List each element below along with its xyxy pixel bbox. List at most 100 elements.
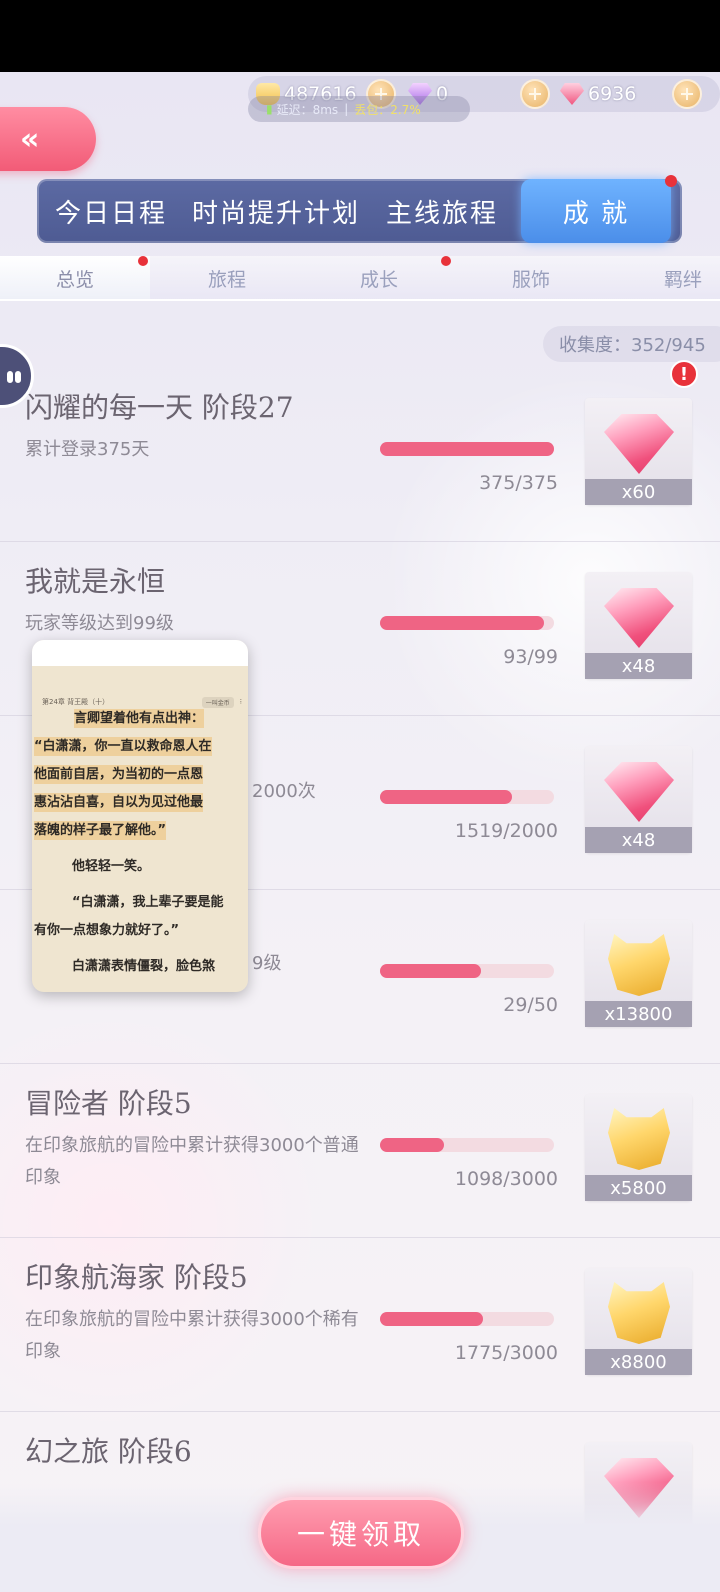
reward-count: x48 [585,827,692,853]
tab-label: 时尚提升计划 [191,198,360,229]
claim-all-label: 一键领取 [296,1518,425,1551]
reader-paragraph: 他轻轻一笑。 [72,859,151,874]
achievement-description: 在印象旅航的冒险中累计获得3000个稀有印象 [25,1309,359,1362]
reward-count: x60 [585,479,692,505]
claim-all-button[interactable]: 一键领取 [258,1497,464,1569]
notification-dot [665,175,677,187]
progress-fill [380,1312,483,1326]
main-tab-bar: 今日日程 时尚提升计划 主线旅程 成 就 [37,175,682,243]
pink-diamond-icon [604,414,674,474]
network-status: ▮ 延迟：8ms | 丢包：2.7% [248,96,470,122]
achievement-row: 冒险者 阶段5 在印象旅航的冒险中累计获得3000个普通印象 1098/3000… [0,1064,720,1238]
achievement-title: 印象航海家 阶段5 [25,1261,248,1294]
reader-paragraph: 言卿望着他有点出神： [74,709,205,728]
achievement-row: 闪耀的每一天 阶段27 累计登录375天 375/375 x60 ! [0,360,720,542]
progress-fill [380,1138,444,1152]
double-chevron-left-icon: « [20,121,40,157]
tab-achievements[interactable]: 成 就 [521,179,671,243]
subtab-outfits[interactable]: 服饰 [456,256,606,300]
achievement-description: 在印象旅航的冒险中累计获得3000个普通印象 [25,1135,359,1188]
progress-fill [380,616,544,630]
pink-gem-amount: 6936 [588,83,637,105]
sub-tab-bar: 总览 旅程 成长 服饰 羁绊 [0,256,720,300]
tab-today-schedule[interactable]: 今日日程 [47,179,175,243]
subtab-overview[interactable]: 总览 [0,256,150,300]
reward-slot[interactable]: x8800 [585,1268,692,1375]
progress-bar [380,616,554,630]
achievement-row: 印象航海家 阶段5 在印象旅航的冒险中累计获得3000个稀有印象 1775/30… [0,1238,720,1412]
tab-label: 成 就 [562,198,630,229]
progress-text: 1775/3000 [454,1342,558,1364]
reader-line: “白潇潇，我上辈子要是能 [72,895,224,910]
reward-slot[interactable]: x5800 [585,1094,692,1201]
pink-diamond-icon [604,762,674,822]
reward-count: x8800 [585,1349,692,1375]
subtab-journey[interactable]: 旅程 [152,256,302,300]
tab-label: 主线旅程 [385,198,498,229]
progress-fill [380,964,481,978]
progress-text: 93/99 [503,646,558,668]
tab-fashion-plan[interactable]: 时尚提升计划 [187,179,365,243]
progress-bar [380,964,554,978]
reward-slot[interactable]: x48 [585,572,692,679]
achievement-title: 幻之旅 阶段6 [25,1435,192,1468]
add-pink-gems-button[interactable] [672,79,702,109]
progress-text: 375/375 [479,472,558,494]
achievement-screen: 487616 0 6936 ▮ 延迟：8ms | 丢包：2.7% « 今日日程 … [0,72,720,1592]
tab-label: 成长 [359,268,398,291]
progress-bar [380,790,554,804]
tab-label: 旅程 [207,268,246,291]
achievement-description: 玩家等级达到99级 [25,613,174,634]
pink-gem-balance: 6936 [560,76,636,112]
tab-main-journey[interactable]: 主线旅程 [375,179,509,243]
tab-label: 羁绊 [663,268,702,291]
achievement-title: 闪耀的每一天 阶段27 [25,391,294,424]
progress-fill [380,790,513,804]
alert-icon: ! [670,360,698,388]
reader-line: 有你一点想象力就好了。” [34,923,180,938]
add-purple-gems-button[interactable] [520,79,550,109]
achievement-description: 累计登录375天 [25,439,150,460]
reward-count: x5800 [585,1175,692,1201]
pink-diamond-icon [604,588,674,648]
reader-line: 落魄的样子最了解他。” [34,821,167,840]
progress-text: 29/50 [503,994,558,1016]
progress-bar [380,1138,554,1152]
divider: | [344,102,349,116]
reader-line: “白潇潇，你一直以救命恩人在 [34,737,212,756]
cat-coin-icon [608,1108,670,1170]
cat-coin-icon [608,1282,670,1344]
pink-diamond-icon [560,83,584,105]
collection-progress: 收集度：352/945 [543,326,720,362]
tab-label: 服饰 [511,268,550,291]
subtab-growth[interactable]: 成长 [304,256,454,300]
latency-label: 延迟：8ms [276,102,339,117]
reader-line: 惠沾沾自喜，自以为见过他最 [34,793,204,812]
divider [0,299,720,301]
achievement-title: 冒险者 阶段5 [25,1087,192,1120]
progress-fill [380,442,554,456]
reader-line: 白潇潇表情僵裂，脸色煞 [72,959,216,974]
notification-dot [138,256,148,266]
packet-loss-label: 丢包：2.7% [354,102,421,117]
cat-coin-icon [608,934,670,996]
achievement-title: 我就是永恒 [25,565,166,598]
notification-dot [441,256,451,266]
reader-line: 他面前自居，为当初的一点恩 [34,765,204,784]
progress-text: 1519/2000 [454,820,558,842]
progress-bar [380,442,554,456]
reward-count: x13800 [585,1001,692,1027]
reward-slot[interactable]: x13800 [585,920,692,1027]
tab-label: 今日日程 [54,198,167,229]
floating-reader-window[interactable]: 第24章 背王殿（十） 一叫金币 ⁝ 言卿望着他有点出神： “白潇潇，你一直以救… [32,640,248,992]
progress-text: 1098/3000 [454,1168,558,1190]
signal-icon: ▮ [266,102,273,116]
reward-slot[interactable]: x48 [585,746,692,853]
reward-count: x48 [585,653,692,679]
back-button[interactable]: « [0,107,96,171]
subtab-bonds[interactable]: 羁绊 [608,256,720,300]
progress-bar [380,1312,554,1326]
reward-slot[interactable]: x60 [585,398,692,505]
reader-titlebar [32,640,248,666]
tab-label: 总览 [55,268,94,291]
